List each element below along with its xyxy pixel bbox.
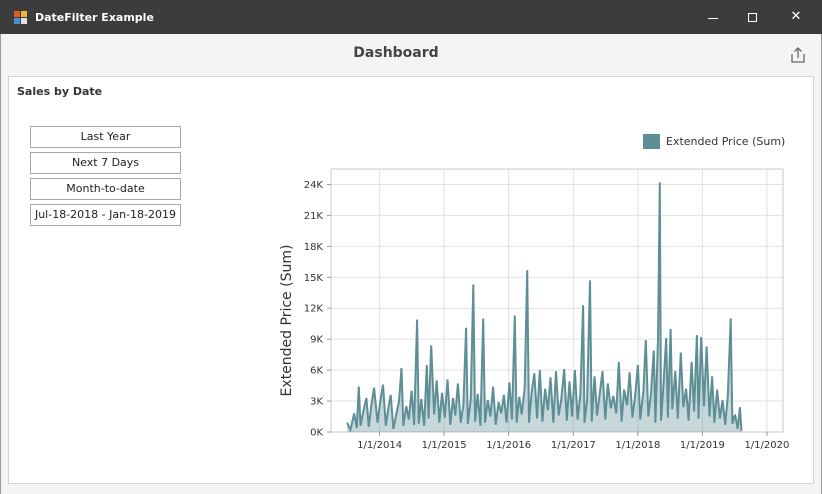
- window-title: DateFilter Example: [35, 11, 154, 24]
- x-axis: 1/1/2014 1/1/2015 1/1/2016 1/1/2017 1/1/2018…: [357, 432, 789, 451]
- app-grid-icon: [14, 11, 28, 25]
- y-axis: 0K 3K 6K 9K 12K 15K 18K 21K 24K: [304, 180, 331, 439]
- y-tick-label: 3K: [310, 397, 323, 408]
- sales-chart: 0K 3K 6K 9K 12K 15K 18K 21K 24K 1/1/2014 1/1/2015…: [279, 168, 789, 451]
- x-tick-label: 1/1/2016: [486, 440, 531, 451]
- y-tick-label: 24K: [304, 180, 324, 191]
- maximize-button[interactable]: [733, 0, 773, 34]
- x-tick-label: 1/1/2017: [551, 440, 596, 451]
- x-tick-label: 1/1/2014: [357, 440, 402, 451]
- y-tick-label: 21K: [304, 211, 324, 222]
- x-tick-label: 1/1/2015: [422, 440, 467, 451]
- minimize-icon: [708, 18, 718, 19]
- y-tick-label: 12K: [304, 304, 324, 315]
- close-icon: ✕: [790, 9, 802, 24]
- dashboard-header: Dashboard: [1, 34, 821, 74]
- y-axis-title: Extended Price (Sum): [279, 245, 295, 397]
- minimize-button[interactable]: [693, 0, 733, 34]
- x-tick-label: 1/1/2018: [615, 440, 660, 451]
- y-tick-label: 0K: [310, 428, 323, 439]
- dashboard-title: Dashboard: [353, 45, 439, 61]
- sales-by-date-panel: Sales by Date Last Year Next 7 Days Mont…: [8, 76, 814, 484]
- maximize-icon: [748, 13, 757, 22]
- x-tick-label: 1/1/2020: [744, 440, 789, 451]
- x-tick-label: 1/1/2019: [680, 440, 725, 451]
- y-tick-label: 18K: [304, 242, 324, 253]
- export-icon[interactable]: [789, 46, 807, 64]
- window-titlebar: DateFilter Example ✕: [0, 0, 822, 34]
- close-button[interactable]: ✕: [776, 0, 816, 34]
- y-tick-label: 6K: [310, 366, 323, 377]
- window-content: Dashboard Sales by Date Last Year Next 7…: [0, 34, 822, 494]
- y-tick-label: 9K: [310, 335, 323, 346]
- y-tick-label: 15K: [304, 273, 324, 284]
- series-line: [346, 182, 743, 433]
